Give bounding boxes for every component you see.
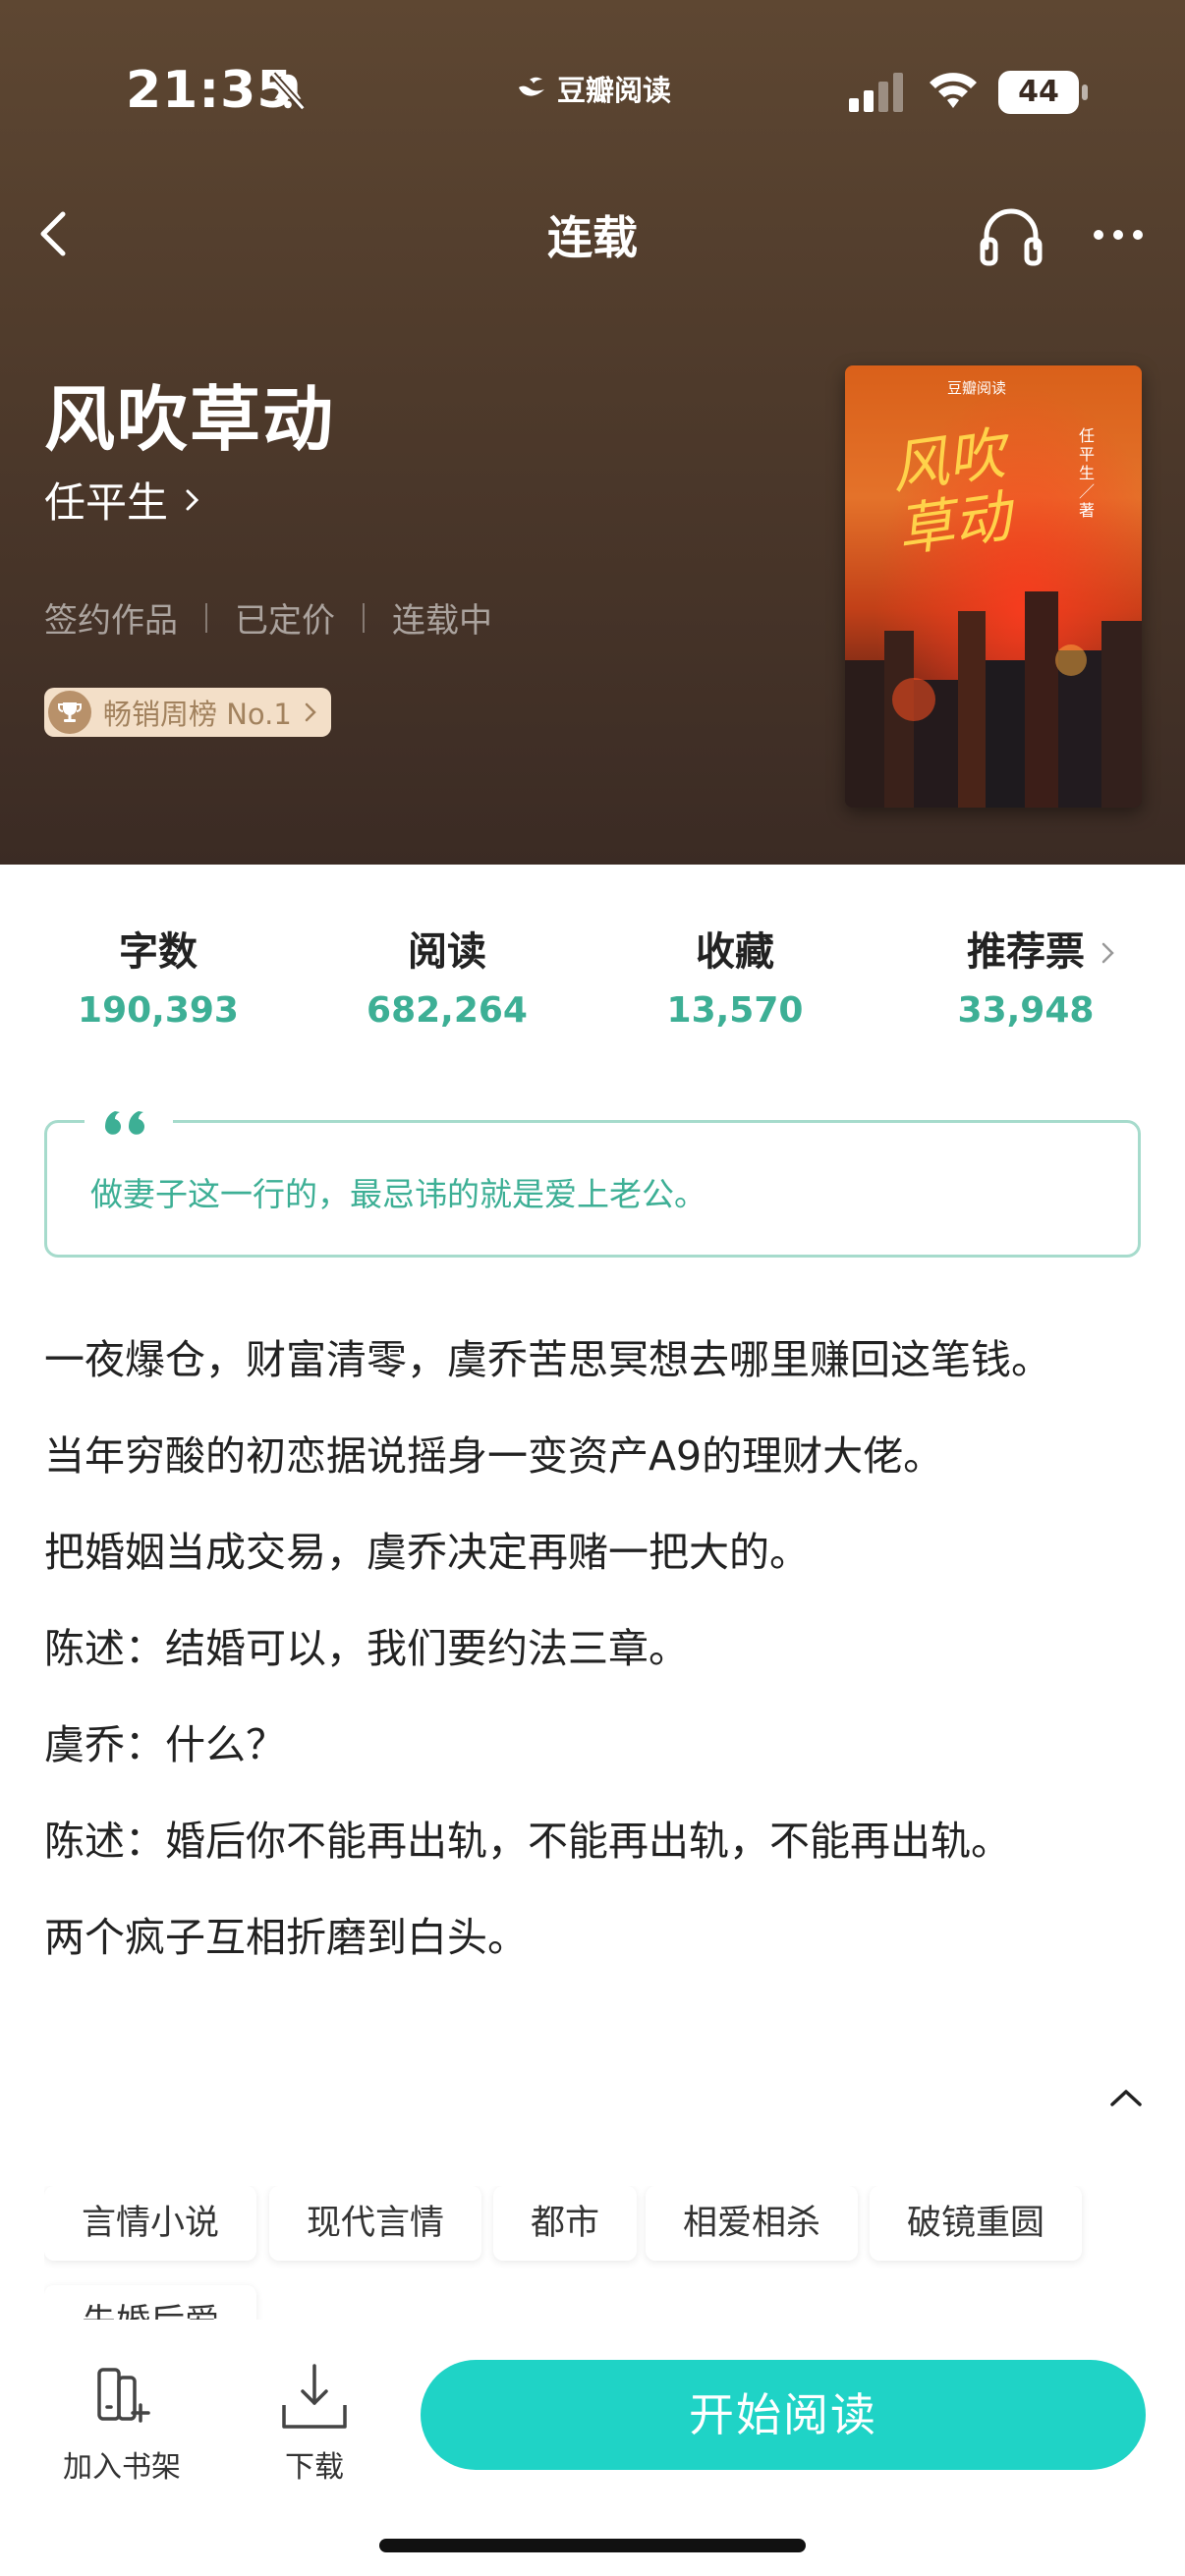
description-line: 陈述：婚后你不能再出轨，不能再出轨，不能再出轨。 [44, 1818, 1011, 1865]
nav-title: 连载 [547, 211, 638, 264]
tag-chip[interactable]: 言情小说 [44, 2186, 257, 2261]
meta-priced: 已定价 [235, 601, 335, 641]
cell-signal-icon [849, 73, 903, 112]
description-line: 陈述：结婚可以，我们要约法三章。 [44, 1625, 689, 1672]
meta-divider [363, 602, 365, 633]
headphone-icon[interactable] [977, 200, 1045, 269]
status-bar: 21:35 豆瓣阅读 44 [0, 0, 1185, 187]
description-line: 一夜爆仓，财富清零，虞乔苦思冥想去哪里赚回这笔钱。 [44, 1336, 1051, 1383]
chevron-right-icon[interactable] [1097, 937, 1120, 969]
rank-text: 畅销周榜 No.1 [103, 698, 292, 731]
stat-label: 阅读 [408, 929, 486, 975]
tag-chip[interactable]: 破镜重圆 [870, 2186, 1083, 2261]
tag-chip[interactable]: 都市 [493, 2186, 638, 2261]
back-arrow-icon[interactable] [29, 204, 79, 263]
stat-value: 33,948 [957, 990, 1095, 1031]
bookshelf-add-icon [97, 2368, 150, 2423]
book-cover[interactable]: 豆瓣阅读 风吹 草动 任平生／著 [845, 365, 1142, 808]
tag-chip[interactable]: 先婚后爱 [44, 2285, 257, 2320]
description-line: 把婚姻当成交易，虞乔决定再赌一把大的。 [44, 1529, 810, 1576]
stat-value: 190,393 [78, 990, 239, 1031]
stat-reads: 阅读 682,264 [319, 924, 575, 1031]
quote-text: 做妻子这一行的，最忌讳的就是爱上老公。 [90, 1175, 706, 1213]
chevron-right-icon [186, 489, 199, 510]
more-options-icon[interactable] [1089, 210, 1148, 259]
douban-logo-icon [519, 77, 544, 96]
tag-chip[interactable]: 相爱相杀 [646, 2186, 859, 2261]
home-indicator[interactable] [379, 2539, 806, 2552]
download-label: 下载 [285, 2450, 344, 2485]
rank-badge[interactable]: 畅销周榜 No.1 [44, 688, 331, 737]
download-button[interactable]: 下载 [246, 2360, 383, 2486]
meta-divider [205, 602, 207, 633]
battery-indicator: 44 [998, 71, 1088, 114]
stat-value: 682,264 [367, 990, 528, 1031]
book-meta: 签约作品 已定价 连载中 [44, 593, 492, 642]
chevron-right-icon [305, 702, 316, 722]
description-line: 当年穷酸的初恋据说摇身一变资产A9的理财大佬。 [44, 1432, 944, 1480]
add-to-shelf-label: 加入书架 [63, 2450, 181, 2485]
description-line: 虞乔：什么？ [44, 1721, 286, 1768]
cover-brand: 豆瓣阅读 [947, 379, 1007, 397]
stat-label: 字数 [119, 929, 198, 975]
stat-word-count: 字数 190,393 [30, 924, 286, 1031]
author-link[interactable]: 任平生 [44, 470, 201, 530]
author-name: 任平生 [44, 478, 169, 527]
book-title: 风吹草动 [44, 378, 336, 461]
stat-label: 收藏 [696, 929, 774, 975]
wifi-icon [930, 73, 977, 108]
start-reading-button[interactable]: 开始阅读 [421, 2360, 1146, 2470]
stats-row: 字数 190,393 阅读 682,264 收藏 13,570 推荐票 33,9… [0, 924, 1185, 1041]
mute-bell-icon [270, 72, 306, 111]
tag-list: 言情小说 现代言情 都市 相爱相杀 破镜重圆 先婚后爱 [44, 2186, 1155, 2320]
stat-favorites: 收藏 13,570 [607, 924, 863, 1031]
meta-serializing: 连载中 [392, 601, 492, 641]
stat-value: 13,570 [666, 990, 804, 1031]
download-icon [282, 2364, 347, 2429]
tag-chip[interactable]: 现代言情 [269, 2186, 482, 2261]
carrier-text: 豆瓣阅读 [557, 74, 672, 107]
cover-title-line2: 草动 [892, 482, 1015, 565]
quote-mark-icon [85, 1097, 173, 1147]
meta-signed: 签约作品 [44, 601, 178, 641]
trophy-icon [48, 691, 91, 734]
carrier-label: 豆瓣阅读 [516, 69, 671, 108]
chevron-up-icon[interactable] [1104, 2083, 1148, 2112]
book-description: 一夜爆仓，财富清零，虞乔苦思冥想去哪里赚回这笔钱。 当年穷酸的初恋据说摇身一变资… [44, 1326, 1135, 2000]
hero-header: 21:35 豆瓣阅读 44 连载 风吹草动 任平生 签约作品 已定价 连载中 畅… [0, 0, 1185, 865]
description-line: 两个疯子互相折磨到白头。 [44, 1914, 528, 1961]
add-to-shelf-button[interactable]: 加入书架 [53, 2360, 191, 2486]
cover-author-note: 任平生／著 [1079, 426, 1096, 520]
bottom-action-bar: 加入书架 下载 开始阅读 [0, 2328, 1185, 2576]
quote-box: 做妻子这一行的，最忌讳的就是爱上老公。 [44, 1097, 1141, 1258]
